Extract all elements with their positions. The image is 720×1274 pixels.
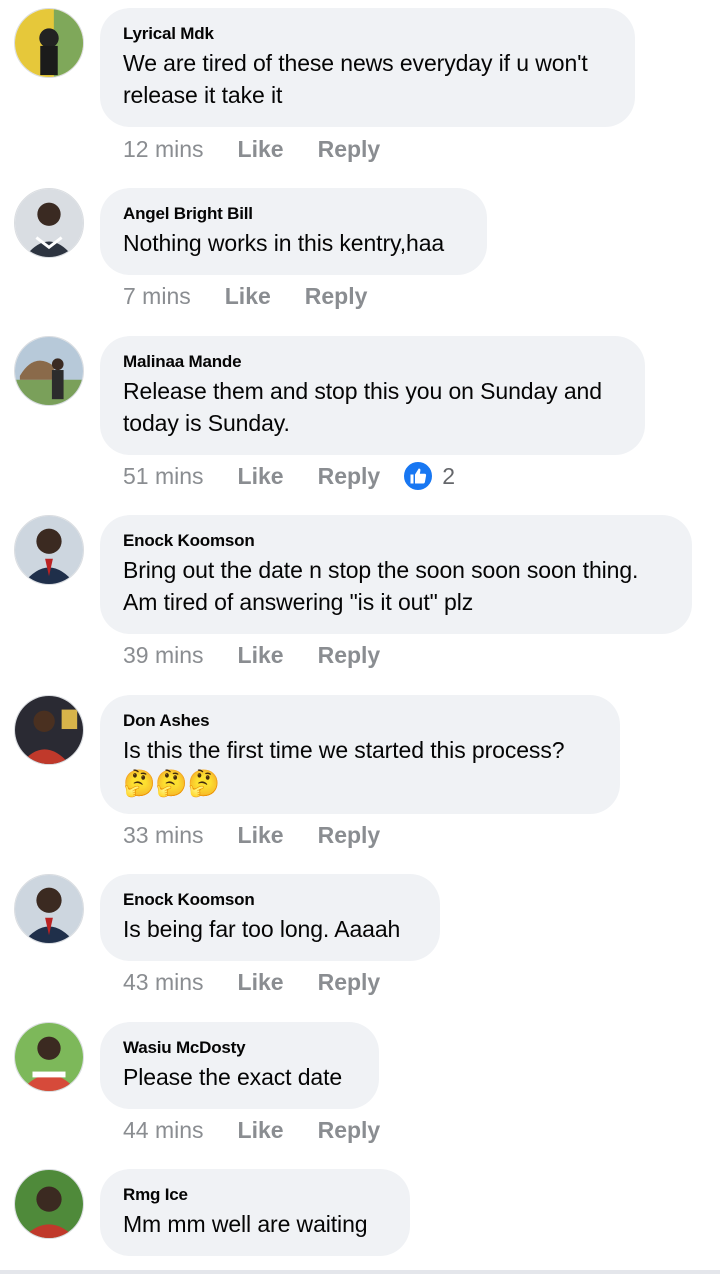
comment-bubble: Don Ashes Is this the first time we star… — [100, 695, 620, 814]
thinking-face-emoji: 🤔🤔🤔 — [123, 768, 221, 798]
reaction-count: 2 — [442, 462, 456, 489]
comment-meta: 43 mins Like Reply — [123, 969, 380, 996]
comment-text: Is being far too long. Aaaah — [123, 916, 401, 942]
comment-author[interactable]: Angel Bright Bill — [123, 203, 463, 225]
avatar[interactable] — [14, 515, 84, 585]
comment-bubble: Malinaa Mande Release them and stop this… — [100, 336, 645, 455]
comment-meta: 7 mins Like Reply — [123, 283, 367, 310]
like-button[interactable]: Like — [238, 1117, 284, 1144]
comment-bubble: Lyrical Mdk We are tired of these news e… — [100, 8, 635, 127]
comment-text: We are tired of these news everyday if u… — [123, 50, 588, 108]
comment-meta: 51 mins Like Reply 2 — [123, 460, 455, 492]
like-button[interactable]: Like — [238, 463, 284, 490]
thumbs-up-icon — [402, 460, 435, 492]
comment-text: Please the exact date — [123, 1064, 343, 1090]
reply-button[interactable]: Reply — [318, 136, 381, 163]
reply-button[interactable]: Reply — [318, 969, 381, 996]
reply-button[interactable]: Reply — [318, 642, 381, 669]
like-button[interactable]: Like — [225, 283, 271, 310]
comment-bubble: Wasiu McDosty Please the exact date — [100, 1022, 379, 1109]
avatar[interactable] — [14, 1022, 84, 1092]
reply-button[interactable]: Reply — [305, 283, 368, 310]
reaction-summary[interactable]: 2 — [402, 460, 455, 492]
like-button[interactable]: Like — [238, 822, 284, 849]
comment-meta: 44 mins Like Reply — [123, 1117, 380, 1144]
avatar[interactable] — [14, 1169, 84, 1239]
comment-meta: 39 mins Like Reply — [123, 642, 380, 669]
comment-time[interactable]: 7 mins — [123, 283, 191, 310]
comment-time[interactable]: 39 mins — [123, 642, 204, 669]
bottom-divider — [0, 1270, 720, 1274]
comment-author[interactable]: Enock Koomson — [123, 530, 668, 552]
comment-time[interactable]: 43 mins — [123, 969, 204, 996]
comment-time[interactable]: 44 mins — [123, 1117, 204, 1144]
comment-author[interactable]: Wasiu McDosty — [123, 1037, 355, 1059]
reply-button[interactable]: Reply — [318, 822, 381, 849]
avatar[interactable] — [14, 874, 84, 944]
comment-text: Mm mm well are waiting — [123, 1211, 368, 1237]
reply-button[interactable]: Reply — [318, 463, 381, 490]
like-button[interactable]: Like — [238, 642, 284, 669]
comment-text: Bring out the date n stop the soon soon … — [123, 557, 639, 615]
comment-bubble: Enock Koomson Is being far too long. Aaa… — [100, 874, 440, 961]
comment-text: Nothing works in this kentry,haa — [123, 230, 445, 256]
comment-bubble: Rmg Ice Mm mm well are waiting — [100, 1169, 410, 1256]
comment-bubble: Angel Bright Bill Nothing works in this … — [100, 188, 487, 275]
comment-time[interactable]: 12 mins — [123, 136, 204, 163]
comment-author[interactable]: Malinaa Mande — [123, 351, 621, 373]
like-button[interactable]: Like — [238, 136, 284, 163]
comment-meta: 12 mins Like Reply — [123, 136, 380, 163]
comment-author[interactable]: Enock Koomson — [123, 889, 416, 911]
comment-time[interactable]: 51 mins — [123, 463, 204, 490]
avatar[interactable] — [14, 188, 84, 258]
comment-author[interactable]: Rmg Ice — [123, 1184, 386, 1206]
comment-text: Release them and stop this you on Sunday… — [123, 378, 602, 436]
comment-author[interactable]: Don Ashes — [123, 710, 596, 732]
avatar[interactable] — [14, 336, 84, 406]
comment-time[interactable]: 33 mins — [123, 822, 204, 849]
avatar[interactable] — [14, 8, 84, 78]
like-button[interactable]: Like — [238, 969, 284, 996]
comment-author[interactable]: Lyrical Mdk — [123, 23, 611, 45]
comment-meta: 33 mins Like Reply — [123, 822, 380, 849]
reply-button[interactable]: Reply — [318, 1117, 381, 1144]
avatar[interactable] — [14, 695, 84, 765]
comment-bubble: Enock Koomson Bring out the date n stop … — [100, 515, 692, 634]
comment-text: Is this the first time we started this p… — [123, 737, 565, 763]
emoji-row: 🤔🤔🤔 — [123, 768, 596, 798]
